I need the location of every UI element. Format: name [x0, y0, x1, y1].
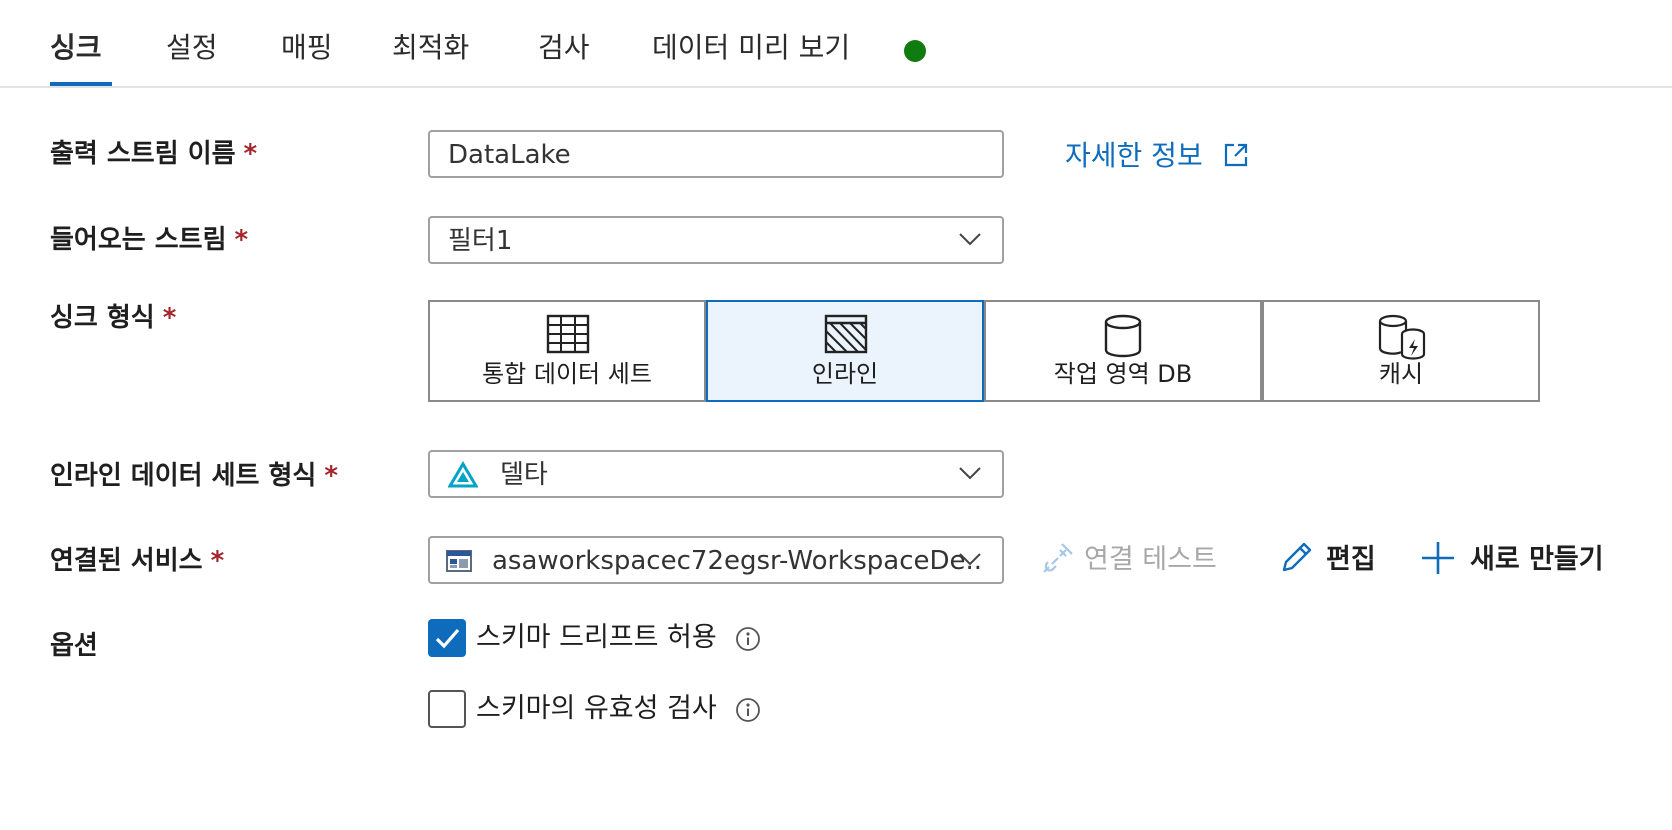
tab-inspect[interactable]: 검사	[538, 28, 590, 68]
tab-sink[interactable]: 싱크	[50, 28, 102, 68]
learn-more-link[interactable]: 자세한 정보	[1065, 136, 1250, 176]
active-tab-indicator	[50, 82, 112, 86]
chevron-down-icon	[959, 553, 981, 566]
inline-dataset-type-label: 인라인 데이터 세트 형식 *	[50, 461, 338, 491]
output-stream-input[interactable]: DataLake	[428, 130, 1004, 178]
incoming-stream-label: 들어오는 스트림 *	[50, 225, 249, 255]
table-grid-icon	[546, 314, 590, 354]
inline-hatched-icon	[824, 314, 868, 354]
sink-type-option-integrated-dataset[interactable]: 통합 데이터 세트	[428, 300, 706, 402]
sink-type-option-label: 통합 데이터 세트	[482, 360, 652, 388]
tab-bar: 싱크 설정 매핑 최적화 검사 데이터 미리 보기	[0, 0, 1672, 88]
cache-icon	[1378, 314, 1426, 360]
plug-disconnected-icon	[1043, 543, 1073, 573]
validate-schema-label: 스키마의 유효성 검사	[476, 690, 761, 728]
linked-service-dropdown[interactable]: asaworkspacec72egsr-WorkspaceDe..	[428, 536, 1004, 584]
edit-button[interactable]: 편집	[1278, 540, 1376, 580]
info-icon[interactable]	[735, 697, 761, 723]
checkmark-icon	[435, 628, 460, 649]
new-button[interactable]: 새로 만들기	[1420, 540, 1604, 580]
allow-schema-drift-label: 스키마 드리프트 허용	[476, 619, 761, 657]
sink-type-option-label: 캐시	[1378, 360, 1424, 388]
validate-schema-checkbox[interactable]	[428, 690, 466, 728]
required-mark: *	[243, 139, 258, 169]
external-link-icon	[1224, 143, 1247, 167]
data-preview-status-dot	[904, 40, 926, 62]
plus-icon	[1422, 542, 1454, 574]
output-stream-value: DataLake	[448, 140, 571, 170]
allow-schema-drift-checkbox[interactable]	[428, 619, 466, 657]
tab-mapping[interactable]: 매핑	[281, 28, 333, 68]
linked-service-label: 연결된 서비스 *	[50, 546, 225, 576]
sink-type-option-cache[interactable]: 캐시	[1262, 300, 1540, 402]
sink-type-option-inline[interactable]: 인라인	[706, 300, 984, 402]
sink-type-option-label: 작업 영역 DB	[1053, 360, 1193, 388]
workspace-icon	[446, 550, 472, 572]
info-icon[interactable]	[735, 626, 761, 652]
sink-type-label: 싱크 형식 *	[50, 303, 177, 333]
sink-type-option-label: 인라인	[811, 360, 879, 388]
tab-optimize[interactable]: 최적화	[392, 28, 469, 68]
delta-icon	[448, 461, 478, 488]
inline-dataset-type-value: 델타	[500, 460, 548, 490]
sink-type-option-workspace-db[interactable]: 작업 영역 DB	[984, 300, 1262, 402]
output-stream-label: 출력 스트림 이름 *	[50, 139, 258, 169]
pencil-icon	[1282, 542, 1312, 572]
inline-dataset-type-dropdown[interactable]: 델타	[428, 450, 1004, 498]
linked-service-value: asaworkspacec72egsr-WorkspaceDe..	[492, 546, 983, 576]
incoming-stream-dropdown[interactable]: 필터1	[428, 216, 1004, 264]
incoming-stream-value: 필터1	[448, 226, 513, 256]
chevron-down-icon	[959, 233, 981, 246]
database-icon	[1104, 314, 1142, 358]
options-label: 옵션	[50, 631, 98, 661]
tab-data-preview[interactable]: 데이터 미리 보기	[652, 28, 850, 68]
chevron-down-icon	[959, 467, 981, 480]
test-connection-button[interactable]: 연결 테스트	[1040, 540, 1217, 580]
tab-settings[interactable]: 설정	[166, 28, 218, 68]
